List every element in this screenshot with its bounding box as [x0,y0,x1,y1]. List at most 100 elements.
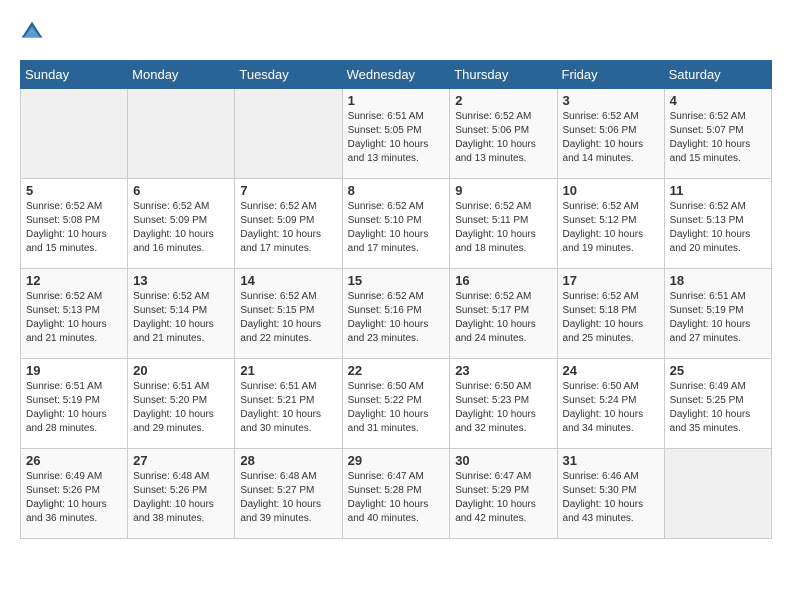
calendar-cell: 17 Sunrise: 6:52 AMSunset: 5:18 PMDayligh… [557,269,664,359]
calendar-cell: 10Sunrise: 6:52 AMSunset: 5:12 PMDayligh… [557,179,664,269]
day-number: 8 [348,183,445,198]
calendar-cell: 20 Sunrise: 6:51 AMSunset: 5:20 PMDayligh… [128,359,235,449]
day-number: 7 [240,183,336,198]
calendar-cell: 9 Sunrise: 6:52 AMSunset: 5:11 PMDaylight… [450,179,557,269]
day-info: Sunrise: 6:52 AMSunset: 5:06 PMDaylight:… [455,110,551,166]
calendar-week-5: 26 Sunrise: 6:49 AMSunset: 5:26 PMDayligh… [21,449,772,539]
day-info: Sunrise: 6:47 AMSunset: 5:29 PMDaylight:… [455,470,551,526]
day-number: 24 [563,363,659,378]
day-number: 21 [240,363,336,378]
calendar-cell: 23 Sunrise: 6:50 AMSunset: 5:23 PMDayligh… [450,359,557,449]
calendar-week-1: 1Sunrise: 6:51 AMSunset: 5:05 PMDaylight… [21,89,772,179]
calendar-cell: 31Sunrise: 6:46 AMSunset: 5:30 PMDayligh… [557,449,664,539]
day-info: Sunrise: 6:47 AMSunset: 5:28 PMDaylight:… [348,470,445,526]
weekday-header-wednesday: Wednesday [342,61,450,89]
weekday-header-sunday: Sunday [21,61,128,89]
calendar-cell: 14 Sunrise: 6:52 AMSunset: 5:15 PMDayligh… [235,269,342,359]
day-number: 16 [455,273,551,288]
calendar-cell: 26 Sunrise: 6:49 AMSunset: 5:26 PMDayligh… [21,449,128,539]
calendar-cell: 21 Sunrise: 6:51 AMSunset: 5:21 PMDayligh… [235,359,342,449]
day-number: 17 [563,273,659,288]
calendar-cell: 29 Sunrise: 6:47 AMSunset: 5:28 PMDayligh… [342,449,450,539]
weekday-row: SundayMondayTuesdayWednesdayThursdayFrid… [21,61,772,89]
day-number: 6 [133,183,229,198]
page-header [20,20,772,44]
day-info: Sunrise: 6:50 AMSunset: 5:22 PMDaylight:… [348,380,445,436]
logo [20,20,48,44]
day-info: Sunrise: 6:50 AMSunset: 5:24 PMDaylight:… [563,380,659,436]
day-info: Sunrise: 6:48 AMSunset: 5:26 PMDaylight:… [133,470,229,526]
day-info: Sunrise: 6:51 AMSunset: 5:05 PMDaylight:… [348,110,445,166]
day-info: Sunrise: 6:52 AMSunset: 5:10 PMDaylight:… [348,200,445,256]
day-number: 25 [670,363,766,378]
day-info: Sunrise: 6:49 AMSunset: 5:25 PMDaylight:… [670,380,766,436]
day-info: Sunrise: 6:52 AMSunset: 5:17 PMDaylight:… [455,290,551,346]
day-number: 5 [26,183,122,198]
day-number: 22 [348,363,445,378]
day-number: 29 [348,453,445,468]
day-info: Sunrise: 6:51 AMSunset: 5:21 PMDaylight:… [240,380,336,436]
day-number: 19 [26,363,122,378]
calendar-cell: 25 Sunrise: 6:49 AMSunset: 5:25 PMDayligh… [664,359,771,449]
day-number: 9 [455,183,551,198]
day-number: 28 [240,453,336,468]
day-info: Sunrise: 6:52 AMSunset: 5:15 PMDaylight:… [240,290,336,346]
calendar-cell: 13 Sunrise: 6:52 AMSunset: 5:14 PMDayligh… [128,269,235,359]
calendar-cell: 19Sunrise: 6:51 AMSunset: 5:19 PMDayligh… [21,359,128,449]
calendar-cell [664,449,771,539]
calendar-cell: 2 Sunrise: 6:52 AMSunset: 5:06 PMDaylight… [450,89,557,179]
calendar-cell [21,89,128,179]
calendar-cell: 1Sunrise: 6:51 AMSunset: 5:05 PMDaylight… [342,89,450,179]
day-number: 15 [348,273,445,288]
day-info: Sunrise: 6:50 AMSunset: 5:23 PMDaylight:… [455,380,551,436]
calendar-cell: 4 Sunrise: 6:52 AMSunset: 5:07 PMDaylight… [664,89,771,179]
day-info: Sunrise: 6:52 AMSunset: 5:11 PMDaylight:… [455,200,551,256]
calendar-cell: 22 Sunrise: 6:50 AMSunset: 5:22 PMDayligh… [342,359,450,449]
day-number: 14 [240,273,336,288]
calendar-cell: 7 Sunrise: 6:52 AMSunset: 5:09 PMDaylight… [235,179,342,269]
day-info: Sunrise: 6:52 AMSunset: 5:07 PMDaylight:… [670,110,766,166]
calendar-body: 1Sunrise: 6:51 AMSunset: 5:05 PMDaylight… [21,89,772,539]
calendar-cell: 27Sunrise: 6:48 AMSunset: 5:26 PMDayligh… [128,449,235,539]
calendar-cell: 28 Sunrise: 6:48 AMSunset: 5:27 PMDayligh… [235,449,342,539]
day-number: 30 [455,453,551,468]
calendar-week-3: 12 Sunrise: 6:52 AMSunset: 5:13 PMDayligh… [21,269,772,359]
calendar-week-2: 5 Sunrise: 6:52 AMSunset: 5:08 PMDaylight… [21,179,772,269]
calendar-cell: 16 Sunrise: 6:52 AMSunset: 5:17 PMDayligh… [450,269,557,359]
day-info: Sunrise: 6:51 AMSunset: 5:19 PMDaylight:… [670,290,766,346]
day-number: 23 [455,363,551,378]
day-number: 20 [133,363,229,378]
calendar-cell: 5 Sunrise: 6:52 AMSunset: 5:08 PMDaylight… [21,179,128,269]
calendar-cell: 8 Sunrise: 6:52 AMSunset: 5:10 PMDaylight… [342,179,450,269]
day-info: Sunrise: 6:52 AMSunset: 5:14 PMDaylight:… [133,290,229,346]
day-info: Sunrise: 6:52 AMSunset: 5:08 PMDaylight:… [26,200,122,256]
calendar-cell: 30 Sunrise: 6:47 AMSunset: 5:29 PMDayligh… [450,449,557,539]
day-number: 4 [670,93,766,108]
day-number: 26 [26,453,122,468]
calendar-cell: 12 Sunrise: 6:52 AMSunset: 5:13 PMDayligh… [21,269,128,359]
day-info: Sunrise: 6:52 AMSunset: 5:06 PMDaylight:… [563,110,659,166]
day-info: Sunrise: 6:51 AMSunset: 5:20 PMDaylight:… [133,380,229,436]
weekday-header-friday: Friday [557,61,664,89]
day-info: Sunrise: 6:52 AMSunset: 5:09 PMDaylight:… [240,200,336,256]
day-info: Sunrise: 6:52 AMSunset: 5:16 PMDaylight:… [348,290,445,346]
calendar-cell [128,89,235,179]
calendar-cell: 24 Sunrise: 6:50 AMSunset: 5:24 PMDayligh… [557,359,664,449]
day-info: Sunrise: 6:52 AMSunset: 5:13 PMDaylight:… [670,200,766,256]
day-info: Sunrise: 6:52 AMSunset: 5:09 PMDaylight:… [133,200,229,256]
day-info: Sunrise: 6:48 AMSunset: 5:27 PMDaylight:… [240,470,336,526]
day-number: 31 [563,453,659,468]
calendar-cell: 11Sunrise: 6:52 AMSunset: 5:13 PMDayligh… [664,179,771,269]
day-number: 13 [133,273,229,288]
weekday-header-thursday: Thursday [450,61,557,89]
calendar-header: SundayMondayTuesdayWednesdayThursdayFrid… [21,61,772,89]
logo-icon [20,20,44,44]
day-number: 2 [455,93,551,108]
day-number: 12 [26,273,122,288]
calendar-cell: 15 Sunrise: 6:52 AMSunset: 5:16 PMDayligh… [342,269,450,359]
day-info: Sunrise: 6:52 AMSunset: 5:13 PMDaylight:… [26,290,122,346]
day-info: Sunrise: 6:52 AMSunset: 5:18 PMDaylight:… [563,290,659,346]
calendar-table: SundayMondayTuesdayWednesdayThursdayFrid… [20,60,772,539]
calendar-week-4: 19Sunrise: 6:51 AMSunset: 5:19 PMDayligh… [21,359,772,449]
day-info: Sunrise: 6:49 AMSunset: 5:26 PMDaylight:… [26,470,122,526]
